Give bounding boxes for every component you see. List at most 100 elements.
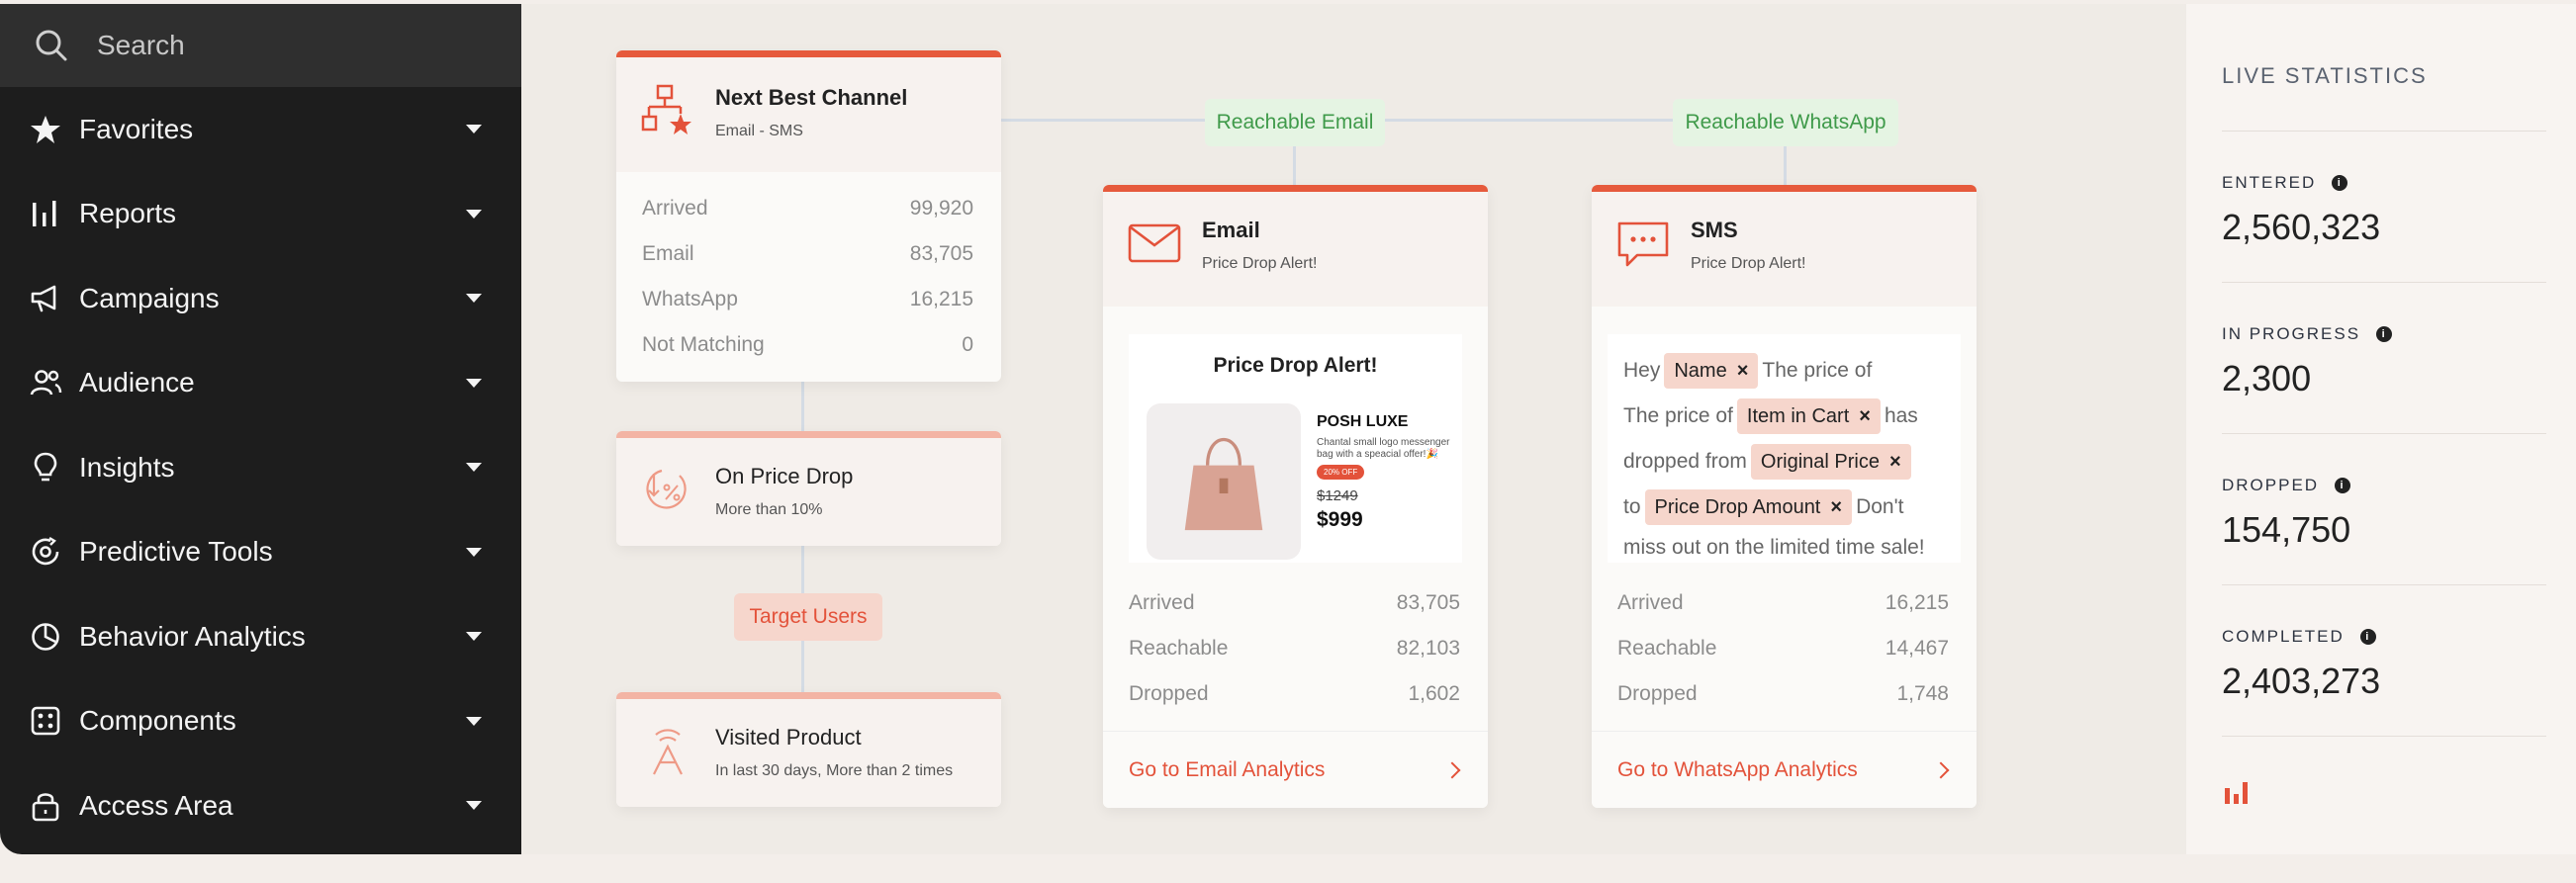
variable-tag[interactable]: Price Drop Amount × (1644, 489, 1853, 525)
sidebar-item-predictive-tools[interactable]: Predictive Tools (0, 510, 521, 595)
stat-label: Dropped (1617, 682, 1698, 705)
sidebar-item-favorites[interactable]: Favorites (0, 87, 521, 172)
variable-tag[interactable]: Item in Cart × (1736, 398, 1881, 434)
tag-label: Price Drop Amount (1654, 495, 1821, 518)
handbag-icon (1184, 438, 1263, 531)
sidebar-item-label: Components (79, 705, 236, 737)
variable-tag[interactable]: Original Price × (1750, 444, 1911, 480)
email-preview[interactable]: Price Drop Alert! POSH LUXE Chantal smal… (1129, 334, 1462, 563)
sms-message-preview[interactable]: Hey Name × The price of The price of Item… (1608, 334, 1961, 563)
chevron-down-icon[interactable] (466, 125, 482, 134)
stat-value: 99,920 (909, 197, 973, 220)
search-bar[interactable]: Search (0, 4, 521, 87)
stat-row: Not Matching 0 (642, 322, 973, 368)
sidebar-item-insights[interactable]: Insights (0, 425, 521, 510)
grid-icon (28, 703, 63, 739)
message-line: Hey Name × The price of (1623, 348, 1955, 394)
stat-label: ENTERED (2222, 173, 2317, 192)
sidebar-item-label: Insights (79, 451, 175, 483)
stat-value: 0 (962, 333, 973, 356)
remove-tag-icon[interactable]: × (1737, 360, 1749, 383)
tag-label: Original Price (1760, 450, 1880, 473)
stat-value: 83,705 (909, 242, 973, 265)
stat-value: 82,103 (1396, 637, 1460, 660)
stat-value: 2,403,273 (2222, 661, 2381, 701)
remove-tag-icon[interactable]: × (1889, 451, 1901, 474)
tag-label: Name (1674, 359, 1727, 382)
variable-tag[interactable]: Name × (1664, 353, 1759, 389)
channel-tree-icon (641, 84, 691, 134)
search-input[interactable]: Search (97, 30, 185, 61)
target-users-label[interactable]: Target Users (734, 593, 882, 641)
remove-tag-icon[interactable]: × (1830, 496, 1842, 519)
sidebar-item-label: Favorites (79, 113, 194, 144)
sidebar-item-reports[interactable]: Reports (0, 172, 521, 257)
chevron-down-icon[interactable] (466, 294, 482, 304)
stat-label: Not Matching (642, 333, 765, 356)
sidebar-item-audience[interactable]: Audience (0, 341, 521, 426)
flow-canvas: Next Best Channel Email - SMS Arrived 99,… (521, 4, 2186, 854)
info-icon[interactable]: i (2335, 478, 2351, 493)
card-title: Visited Product (715, 725, 862, 750)
info-icon[interactable]: i (2359, 629, 2376, 645)
card-header: On Price Drop More than 10% (616, 438, 1001, 546)
sidebar-item-components[interactable]: Components (0, 679, 521, 764)
chevron-down-icon[interactable] (466, 801, 482, 811)
stat-value: 154,750 (2222, 509, 2351, 550)
predictive-icon (28, 534, 63, 570)
chevron-down-icon[interactable] (466, 716, 482, 726)
whatsapp-analytics-link[interactable]: Go to WhatsApp Analytics (1592, 731, 1977, 808)
signal-icon (653, 729, 683, 775)
card-subtitle: Email - SMS (715, 123, 803, 139)
stat-row: Reachable 82,103 (1129, 626, 1460, 671)
reachable-email-label[interactable]: Reachable Email (1205, 99, 1385, 146)
chevron-right-icon (1443, 761, 1461, 778)
sms-card[interactable]: SMS Price Drop Alert! Hey Name × The pric… (1592, 185, 1977, 808)
stat-completed: COMPLETED i 2,403,273 (2222, 584, 2546, 736)
card-subtitle: Price Drop Alert! (1202, 255, 1318, 272)
chevron-down-icon[interactable] (466, 209, 482, 219)
lock-icon (28, 788, 63, 824)
email-analytics-link[interactable]: Go to Email Analytics (1103, 731, 1488, 808)
stat-value: 16,215 (909, 288, 973, 310)
pie-clock-icon (28, 619, 63, 655)
live-statistics-panel: LIVE STATISTICS ENTERED i 2,560,323 IN PR… (2186, 4, 2576, 854)
stat-value: 14,467 (1885, 637, 1949, 660)
message-line: miss out on the limited time sale! (1623, 530, 1955, 566)
sidebar-item-behavior-analytics[interactable]: Behavior Analytics (0, 594, 521, 679)
sidebar: Search Favorites Reports Campaigns Audie… (0, 4, 521, 854)
card-header: Visited Product In last 30 days, More th… (616, 699, 1001, 807)
sidebar-item-label: Predictive Tools (79, 536, 273, 568)
tag-label: Item in Cart (1746, 404, 1850, 427)
message-line: dropped from Original Price × (1623, 439, 1955, 485)
reachable-whatsapp-label[interactable]: Reachable WhatsApp (1673, 99, 1898, 146)
message-text: dropped from (1623, 450, 1747, 473)
info-icon[interactable]: i (2376, 326, 2393, 342)
chevron-down-icon[interactable] (466, 378, 482, 388)
chevron-down-icon[interactable] (466, 547, 482, 557)
card-title: Email (1202, 218, 1260, 242)
stat-value: 1,602 (1408, 682, 1460, 705)
sidebar-item-label: Access Area (79, 789, 233, 821)
remove-tag-icon[interactable]: × (1859, 405, 1871, 428)
sidebar-item-campaigns[interactable]: Campaigns (0, 256, 521, 341)
sidebar-item-access-area[interactable]: Access Area (0, 763, 521, 848)
stat-value: 16,215 (1885, 591, 1949, 614)
on-price-drop-card[interactable]: On Price Drop More than 10% (616, 431, 1001, 546)
info-icon[interactable]: i (2332, 175, 2348, 191)
card-header: SMS Price Drop Alert! (1592, 192, 1977, 307)
stat-entered: ENTERED i 2,560,323 (2222, 131, 2546, 282)
sidebar-item-label: Behavior Analytics (79, 620, 306, 652)
visited-product-card[interactable]: Visited Product In last 30 days, More th… (616, 692, 1001, 807)
message-text: to (1623, 495, 1641, 518)
stat-label: DROPPED (2222, 476, 2320, 494)
message-text: The price of (1762, 359, 1873, 382)
bar-chart-icon[interactable] (2222, 776, 2252, 806)
email-card[interactable]: Email Price Drop Alert! Price Drop Alert… (1103, 185, 1488, 808)
sidebar-item-label: Reports (79, 198, 177, 229)
next-best-channel-card[interactable]: Next Best Channel Email - SMS Arrived 99,… (616, 50, 1001, 382)
message-text: has (1884, 404, 1918, 427)
card-subtitle: In last 30 days, More than 2 times (715, 762, 954, 779)
chevron-down-icon[interactable] (466, 463, 482, 473)
chevron-down-icon[interactable] (466, 632, 482, 642)
